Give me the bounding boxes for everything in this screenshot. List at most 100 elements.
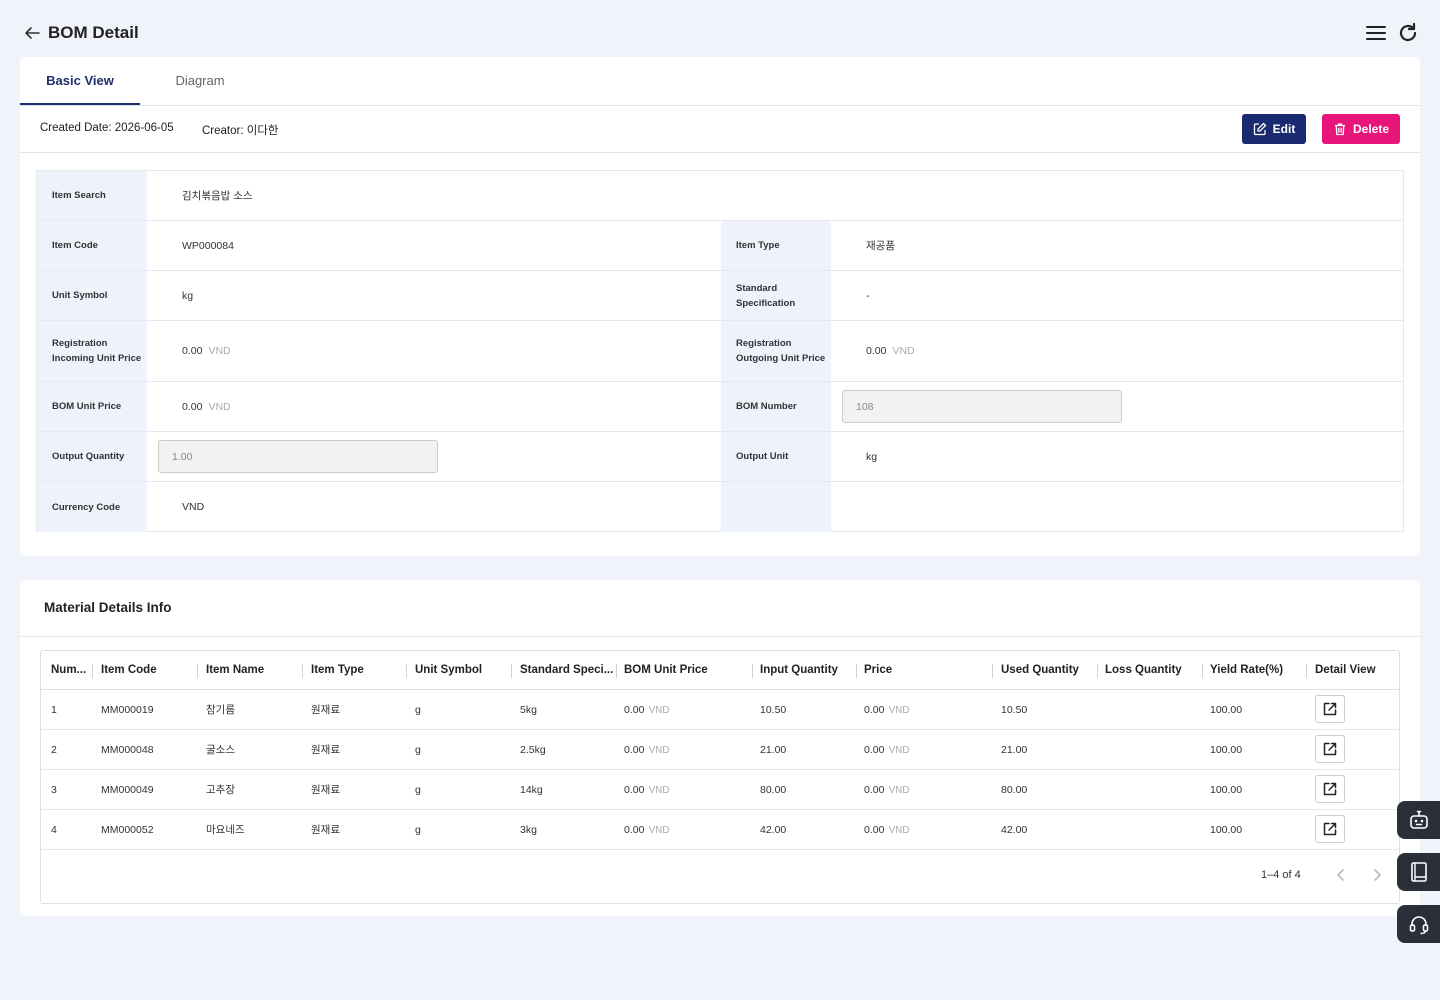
cell-item-type: 원재료	[311, 744, 340, 756]
col-loss-quantity[interactable]: Loss Quantity	[1095, 651, 1199, 690]
col-item-type[interactable]: Item Type	[301, 651, 405, 690]
cell-bom-unit-price: 0.00 VND	[614, 810, 670, 850]
table-row[interactable]: 1 MM000019 참기름 원재료 g 5kg 0.00 VND 10.50 0…	[41, 690, 1399, 730]
materials-table: Num... Item Code Item Name Item Type Uni…	[40, 650, 1400, 904]
external-link-icon	[1323, 782, 1337, 796]
form-row-currency: Currency Code VND	[37, 482, 1403, 532]
table-row[interactable]: 4 MM000052 마요네즈 원재료 g 3kg 0.00 VND 42.00 …	[41, 810, 1399, 850]
cell-item-code: MM000048	[101, 744, 154, 756]
output-unit-value: kg	[866, 450, 878, 463]
chevron-left-icon[interactable]	[1332, 866, 1350, 884]
table-row[interactable]: 2 MM000048 굴소스 원재료 g 2.5kg 0.00 VND 21.00…	[41, 730, 1399, 770]
currency-unit: VND	[648, 785, 670, 796]
item-search-value[interactable]: 김치볶음밥 소스	[182, 171, 253, 220]
reg-out-price-amount: 0.00	[866, 345, 887, 357]
cell-unit-symbol: g	[415, 704, 421, 716]
divider	[20, 636, 1420, 637]
chevron-right-icon[interactable]	[1368, 866, 1386, 884]
bom-info-form: Item Search 김치볶음밥 소스 Item Code WP000084 …	[36, 170, 1404, 532]
hamburger-menu-icon[interactable]	[1365, 23, 1387, 43]
cell-yield-rate: 100.00	[1210, 704, 1243, 716]
unit-symbol-label: Unit Symbol	[37, 271, 147, 320]
bom-number-field[interactable]: 108	[842, 390, 1122, 423]
currency-code-value: VND	[182, 501, 205, 513]
cell-bom-unit-price: 0.00 VND	[614, 690, 670, 730]
currency-unit: VND	[888, 785, 910, 796]
reg-out-price-unit: VND	[892, 345, 915, 357]
col-used-quantity[interactable]: Used Quantity	[991, 651, 1095, 690]
cell-price: 0.00 VND	[854, 810, 910, 850]
creator: Creator: 이다한	[202, 125, 279, 137]
cell-num: 2	[51, 744, 57, 756]
ai-assistant-button[interactable]	[1397, 801, 1440, 839]
standard-spec-label: Standard Specification	[721, 271, 831, 320]
cell-unit-symbol: g	[415, 744, 421, 756]
detail-view-button[interactable]	[1315, 695, 1345, 723]
col-bom-unit-price[interactable]: BOM Unit Price	[614, 651, 750, 690]
form-row-output: Output Quantity 1.00 Output Unit kg	[37, 432, 1403, 482]
cell-item-name: 마요네즈	[206, 824, 245, 836]
cell-loss-quantity	[1095, 770, 1105, 810]
tab-bar: Basic View Diagram	[20, 57, 1420, 106]
cell-used-quantity: 10.50	[1001, 704, 1028, 716]
col-input-quantity[interactable]: Input Quantity	[750, 651, 854, 690]
col-unit-symbol[interactable]: Unit Symbol	[405, 651, 509, 690]
currency-unit: VND	[888, 705, 910, 716]
bom-number-label: BOM Number	[721, 382, 831, 431]
detail-view-button[interactable]	[1315, 735, 1345, 763]
cell-input-quantity: 80.00	[760, 784, 787, 796]
output-quantity-field[interactable]: 1.00	[158, 440, 438, 473]
pagination-info: 1–4 of 4	[1261, 869, 1301, 881]
price-amount: 0.00	[864, 784, 885, 796]
form-row-reg-price: Registration Incoming Unit Price 0.00 VN…	[37, 321, 1403, 382]
delete-label: Delete	[1352, 122, 1390, 136]
output-quantity-label: Output Quantity	[37, 432, 147, 481]
col-price[interactable]: Price	[854, 651, 990, 690]
col-detail-view[interactable]: Detail View	[1305, 651, 1399, 690]
col-standard-spec[interactable]: Standard Speci...	[510, 651, 614, 690]
trash-icon	[1334, 123, 1345, 136]
bom-price-amount: 0.00	[624, 704, 645, 716]
col-yield-rate[interactable]: Yield Rate(%)	[1200, 651, 1304, 690]
currency-unit: VND	[648, 825, 670, 836]
form-row-item-code: Item Code WP000084 Item Type 재공품	[37, 221, 1403, 271]
cell-standard-spec: 5kg	[520, 704, 537, 716]
bom-unit-price-unit: VND	[208, 400, 231, 413]
cell-item-name: 참기름	[206, 704, 235, 716]
arrow-left-icon[interactable]	[22, 23, 42, 43]
cell-price: 0.00 VND	[854, 690, 910, 730]
col-item-code[interactable]: Item Code	[91, 651, 195, 690]
delete-button[interactable]: Delete	[1322, 114, 1400, 144]
detail-view-button[interactable]	[1315, 775, 1345, 803]
cell-item-type: 원재료	[311, 704, 340, 716]
cell-num: 3	[51, 784, 57, 796]
cell-loss-quantity	[1095, 810, 1105, 850]
price-amount: 0.00	[864, 824, 885, 836]
col-num[interactable]: Num...	[41, 651, 93, 690]
table-header: Num... Item Code Item Name Item Type Uni…	[41, 651, 1399, 690]
detail-view-button[interactable]	[1315, 815, 1345, 843]
tab-diagram[interactable]: Diagram	[140, 57, 260, 105]
cell-used-quantity: 21.00	[1001, 744, 1028, 756]
support-button[interactable]	[1397, 905, 1440, 943]
bom-price-amount: 0.00	[624, 824, 645, 836]
tab-basic-view[interactable]: Basic View	[20, 57, 140, 105]
unit-symbol-value: kg	[182, 289, 194, 302]
table-row[interactable]: 3 MM000049 고추장 원재료 g 14kg 0.00 VND 80.00 …	[41, 770, 1399, 810]
cell-yield-rate: 100.00	[1210, 784, 1243, 796]
col-item-name[interactable]: Item Name	[196, 651, 300, 690]
external-link-icon	[1323, 822, 1337, 836]
external-link-icon	[1323, 702, 1337, 716]
cell-yield-rate: 100.00	[1210, 744, 1243, 756]
cell-item-code: MM000052	[101, 824, 154, 836]
cell-loss-quantity	[1095, 730, 1105, 770]
meta-row: Created Date: 2026-06-05 Creator: 이다한 Ed…	[20, 106, 1420, 153]
manual-button[interactable]	[1397, 853, 1440, 891]
edit-button[interactable]: Edit	[1242, 114, 1306, 144]
currency-code-label: Currency Code	[37, 482, 147, 532]
edit-label: Edit	[1272, 122, 1296, 136]
bom-price-amount: 0.00	[624, 744, 645, 756]
reg-in-price-amount: 0.00	[182, 345, 203, 357]
refresh-icon[interactable]	[1397, 22, 1419, 44]
cell-item-code: MM000019	[101, 704, 154, 716]
